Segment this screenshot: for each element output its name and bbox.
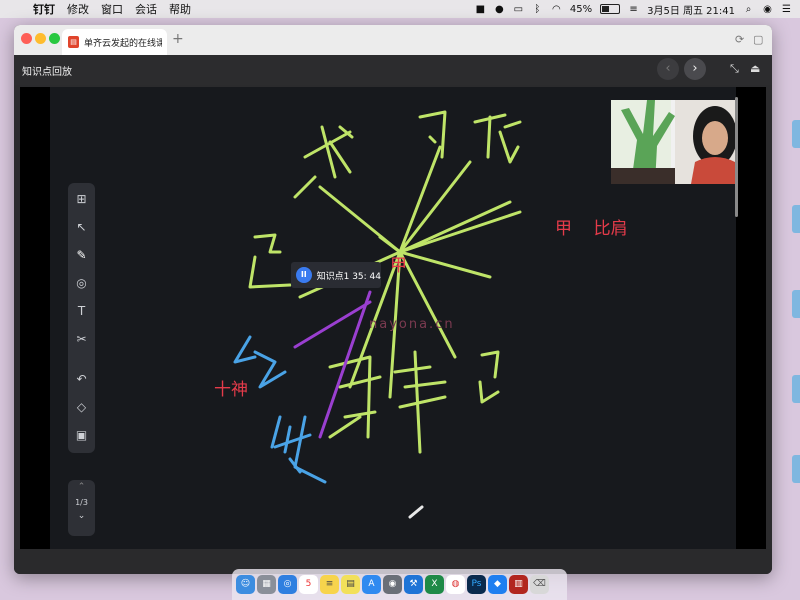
- webcam-frame: [611, 100, 735, 184]
- annotation-jia: 甲: [390, 256, 407, 276]
- minimize-window-button[interactable]: [35, 33, 46, 44]
- menu-edit[interactable]: 修改: [67, 1, 89, 17]
- spotlight-icon[interactable]: ⌕: [743, 4, 754, 15]
- annotation-jia-bijian: 甲 比肩: [555, 219, 628, 239]
- notes-icon[interactable]: ≡: [320, 575, 339, 594]
- dingtalk-icon[interactable]: ◆: [488, 575, 507, 594]
- board-margin-left: [20, 87, 50, 549]
- cursor-icon[interactable]: ↖: [72, 217, 92, 237]
- replay-header: 知识点回放 ‹ › ⤡ ⏏: [14, 55, 772, 85]
- new-tab-button[interactable]: +: [172, 31, 184, 47]
- pen-icon[interactable]: ✎: [72, 245, 92, 265]
- xcode-icon[interactable]: ⚒: [404, 575, 423, 594]
- dock: ☺ ▦ ◎ 5 ≡ ▤ A ◉ ⚒ X ◍ Ps ◆ ▥ ⌫: [232, 569, 567, 600]
- dictionary-icon[interactable]: ▥: [509, 575, 528, 594]
- window-icon[interactable]: ▢: [753, 33, 763, 46]
- previous-button[interactable]: ‹: [657, 58, 679, 80]
- menu-app-name[interactable]: 钉钉: [33, 1, 55, 17]
- pause-icon[interactable]: II: [296, 267, 312, 283]
- desktop-widget[interactable]: [792, 375, 800, 403]
- vertical-scrollbar[interactable]: [735, 97, 738, 217]
- annotation-shishen: 十神: [214, 380, 248, 400]
- pencil-cursor: [408, 505, 424, 519]
- page-indicator: 1/3: [75, 498, 88, 507]
- playback-label: 知识点1 35: 44: [316, 271, 381, 282]
- page-up-icon[interactable]: ⌃: [68, 482, 95, 492]
- shapes-icon[interactable]: ◎: [72, 273, 92, 293]
- desktop-widget[interactable]: [792, 290, 800, 318]
- apple-icon[interactable]: [10, 4, 21, 15]
- webcam-video[interactable]: [611, 100, 735, 184]
- playback-pill[interactable]: II 知识点1 35: 44: [291, 262, 381, 288]
- desktop-widget[interactable]: [792, 205, 800, 233]
- add-page-icon[interactable]: ⊞: [72, 189, 92, 209]
- calendar-icon[interactable]: 5: [299, 575, 318, 594]
- camera-icon[interactable]: ■: [475, 4, 486, 15]
- photoshop-icon[interactable]: Ps: [467, 575, 486, 594]
- disk-utility-icon[interactable]: ◉: [383, 575, 402, 594]
- desktop-widget[interactable]: [792, 120, 800, 148]
- stickies-icon[interactable]: ▤: [341, 575, 360, 594]
- notification-center-icon[interactable]: ☰: [781, 4, 792, 15]
- undo-icon[interactable]: ↶: [72, 369, 92, 389]
- tab-title: 单齐云发起的在线课: [84, 38, 162, 49]
- next-button[interactable]: ›: [684, 58, 706, 80]
- appstore-icon[interactable]: A: [362, 575, 381, 594]
- location-icon[interactable]: ●: [494, 4, 505, 15]
- watermark: nayona.cn: [369, 317, 455, 332]
- control-center-icon[interactable]: ≡: [628, 4, 639, 15]
- drawing-toolbar: ⊞ ↖ ✎ ◎ T ✂ ↶ ◇ ▣: [68, 183, 95, 453]
- document-icon: ▤: [68, 36, 79, 48]
- menu-conversation[interactable]: 会话: [135, 1, 157, 17]
- title-bar[interactable]: ▤ 单齐云发起的在线课 + ⟳ ▢: [14, 25, 772, 55]
- desktop-widget[interactable]: [792, 455, 800, 483]
- collapse-icon[interactable]: ⤡: [730, 62, 739, 76]
- page-title: 知识点回放: [22, 67, 72, 78]
- refresh-icon[interactable]: ⟳: [735, 33, 744, 46]
- safari-icon[interactable]: ◎: [278, 575, 297, 594]
- eraser-icon[interactable]: ◇: [72, 397, 92, 417]
- blue-strokes: [233, 335, 327, 484]
- close-window-button[interactable]: [21, 33, 32, 44]
- text-icon[interactable]: T: [72, 301, 92, 321]
- page-down-icon[interactable]: ⌄: [68, 511, 95, 521]
- excel-icon[interactable]: X: [425, 575, 444, 594]
- eject-icon[interactable]: ⏏: [750, 62, 760, 75]
- siri-icon[interactable]: ◉: [762, 4, 773, 15]
- board-margin-right: [736, 87, 766, 549]
- bluetooth-icon[interactable]: ᛒ: [532, 4, 543, 15]
- battery-icon[interactable]: [600, 4, 621, 14]
- toolbox-icon[interactable]: ▣: [72, 425, 92, 445]
- zoom-window-button[interactable]: [49, 33, 60, 44]
- menu-bar: 钉钉 修改 窗口 会话 帮助 ■ ● ▭ ᛒ ◠ 45% ≡ 3月5日 周五 2…: [0, 0, 800, 18]
- menu-window[interactable]: 窗口: [101, 1, 123, 17]
- wifi-icon[interactable]: ◠: [551, 4, 562, 15]
- battery-percent: 45%: [569, 3, 593, 15]
- browser-tab[interactable]: ▤ 单齐云发起的在线课: [62, 29, 167, 55]
- launchpad-icon[interactable]: ▦: [257, 575, 276, 594]
- finder-icon[interactable]: ☺: [236, 575, 255, 594]
- menubar-clock[interactable]: 3月5日 周五 21:41: [647, 2, 735, 17]
- app-window: ▤ 单齐云发起的在线课 + ⟳ ▢ 知识点回放 ‹ › ⤡ ⏏ 甲 甲 比肩 十…: [14, 25, 772, 574]
- airplay-icon[interactable]: ▭: [513, 4, 524, 15]
- chrome-icon[interactable]: ◍: [446, 575, 465, 594]
- trash-icon[interactable]: ⌫: [530, 575, 549, 594]
- scissors-icon[interactable]: ✂: [72, 329, 92, 349]
- page-navigator: ⌃ 1/3 ⌄: [68, 480, 95, 536]
- menu-help[interactable]: 帮助: [169, 1, 191, 17]
